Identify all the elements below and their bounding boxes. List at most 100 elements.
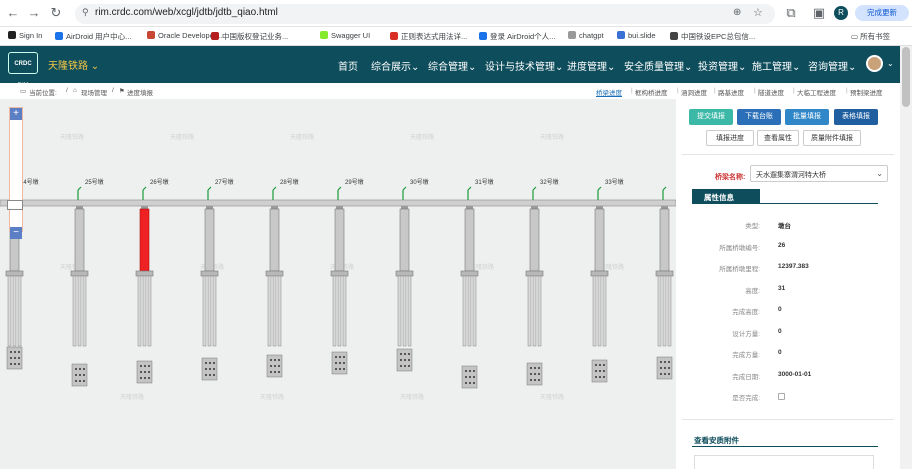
pier-label: 29号墩 xyxy=(345,178,364,186)
back-icon[interactable]: ← xyxy=(4,4,22,22)
pier-column[interactable] xyxy=(74,208,85,272)
batch-fill-button[interactable]: 批量填报 xyxy=(785,109,829,125)
table-fill-button[interactable]: 表格填报 xyxy=(834,109,878,125)
pier-marker-icon xyxy=(207,186,212,200)
chevron-down-icon: ⌄ xyxy=(876,169,883,178)
nav-item[interactable]: 咨询管理⌄ xyxy=(808,58,856,73)
view-attributes-button[interactable]: 查看属性 xyxy=(757,130,799,146)
forward-icon[interactable]: → xyxy=(25,4,43,22)
progress-tab[interactable]: 桥梁进度 xyxy=(596,87,622,97)
pile-dot xyxy=(270,359,272,361)
pier-column[interactable] xyxy=(334,208,345,272)
zoom-slider[interactable] xyxy=(9,107,23,232)
pier-bearing xyxy=(76,206,83,209)
site-info-icon[interactable]: ⚲ xyxy=(82,7,89,18)
bookmark-favicon-icon xyxy=(670,32,678,40)
progress-tab[interactable]: 大临工程进度 xyxy=(797,87,836,97)
pile-dot xyxy=(469,382,471,384)
breadcrumb-item[interactable]: 现场管理 xyxy=(81,87,107,97)
zoom-handle[interactable] xyxy=(7,200,23,210)
pier-label: 33号墩 xyxy=(605,178,624,186)
attribute-label: 完成方量: xyxy=(732,352,760,359)
pile-dot xyxy=(83,374,85,376)
pier-cap xyxy=(525,270,544,277)
pile-dot xyxy=(599,370,601,372)
zoom-in-button[interactable]: + xyxy=(10,108,22,120)
nav-item[interactable]: 综合管理⌄ xyxy=(428,58,476,73)
bookmark-item[interactable]: Sign In xyxy=(8,31,42,40)
pier-column[interactable] xyxy=(139,208,150,272)
bookmark-item[interactable]: chatgpt xyxy=(568,31,604,40)
fill-progress-button[interactable]: 填报进度 xyxy=(706,130,754,146)
pile-dot xyxy=(148,371,150,373)
pile-dot xyxy=(408,359,410,361)
pier-canvas[interactable]: 天隆铁路 天隆铁路 天隆铁路 天隆铁路 天隆铁路 天隆铁路 天隆铁路 天隆铁路 天隆铁路 天隆铁路… xyxy=(0,99,677,469)
pier-column[interactable] xyxy=(204,208,215,272)
pier-pile xyxy=(72,275,77,347)
nav-item[interactable]: 设计与技术管理⌄ xyxy=(485,58,563,73)
bookmark-item[interactable]: 登录 AirDroid个人... xyxy=(479,31,555,42)
pile-dot xyxy=(664,367,666,369)
pile-dot xyxy=(144,371,146,373)
progress-tab[interactable]: 路基进度 xyxy=(718,87,744,97)
pier-column[interactable] xyxy=(399,208,410,272)
quality-attachment-button[interactable]: 质量附件填报 xyxy=(803,130,861,146)
pier-pile xyxy=(212,275,217,347)
bookmark-item[interactable]: AirDroid 用户中心... xyxy=(55,31,131,42)
bookmark-item[interactable]: bui.slide xyxy=(617,31,656,40)
nav-item[interactable]: 综合展示⌄ xyxy=(371,58,419,73)
chevron-down-icon[interactable]: ⌄ xyxy=(887,59,894,68)
pile-dot xyxy=(664,373,666,375)
completed-checkbox[interactable] xyxy=(778,393,785,400)
update-button[interactable]: 完成更新 xyxy=(855,5,909,21)
nav-item[interactable]: 进度管理⌄ xyxy=(567,58,615,73)
nav-item[interactable]: 首页 xyxy=(338,58,358,73)
pier-column[interactable] xyxy=(594,208,605,272)
progress-tab[interactable]: 涵洞进度 xyxy=(681,87,707,97)
bookmark-item[interactable]: Swagger UI xyxy=(320,31,370,40)
breadcrumb-item[interactable]: 进度填报 xyxy=(127,87,153,97)
brand-selector[interactable]: 天隆铁路 ⌄ xyxy=(48,57,99,72)
progress-tab[interactable]: 框构桥进度 xyxy=(635,87,668,97)
pile-dot xyxy=(18,363,20,365)
progress-tab[interactable]: 预制梁进度 xyxy=(850,87,883,97)
pile-dot xyxy=(10,351,12,353)
pile-dot xyxy=(79,380,81,382)
pier-marker-icon xyxy=(142,186,147,200)
watermark-text: 天隆铁路 xyxy=(410,133,434,141)
profile-avatar[interactable]: R xyxy=(834,6,848,20)
bridge-diagram[interactable]: 天隆铁路 天隆铁路 天隆铁路 天隆铁路 天隆铁路天隆铁路 天隆铁路 天隆铁路天隆铁路 天隆铁路… xyxy=(0,99,677,469)
pier-column[interactable] xyxy=(659,208,670,272)
bookmark-item[interactable]: 中国版权登记业务... xyxy=(211,31,288,42)
download-button[interactable]: 下载台账 xyxy=(737,109,781,125)
flag-icon: ⚑ xyxy=(119,88,125,95)
user-avatar[interactable] xyxy=(866,55,883,72)
zoom-out-button[interactable]: − xyxy=(10,227,22,239)
all-bookmarks[interactable]: ▭ 所有书签 xyxy=(851,31,890,42)
bridge-select[interactable]: 天水遛集寨渭河特大桥 ⌄ xyxy=(750,165,888,182)
pile-dot xyxy=(274,371,276,373)
scrollbar-thumb[interactable] xyxy=(902,47,910,107)
nav-item[interactable]: 投资管理⌄ xyxy=(698,58,746,73)
pile-dot xyxy=(335,368,337,370)
nav-item[interactable]: 安全质量管理⌄ xyxy=(624,58,692,73)
pier-column[interactable] xyxy=(269,208,280,272)
reload-icon[interactable]: ↻ xyxy=(47,4,65,22)
extensions-icon[interactable]: ⧉ xyxy=(782,4,800,22)
nav-item[interactable]: 施工管理⌄ xyxy=(752,58,800,73)
address-bar[interactable]: ⚲ rim.crdc.com/web/xcgl/jdtb/jdtb_qiao.h… xyxy=(75,4,775,24)
bookmark-item[interactable]: 中国铁设EPC总包信... xyxy=(670,31,755,42)
bookmark-star-icon[interactable]: ☆ xyxy=(753,6,763,19)
sidepanel-icon[interactable]: ▣ xyxy=(810,4,828,22)
pile-dot xyxy=(18,351,20,353)
zoom-icon[interactable]: ⊕ xyxy=(733,7,741,18)
pier-column[interactable] xyxy=(464,208,475,272)
pier-column[interactable] xyxy=(529,208,540,272)
progress-tab[interactable]: 隧道进度 xyxy=(758,87,784,97)
pile-dot xyxy=(14,357,16,359)
location-icon: ▭ xyxy=(20,88,27,95)
submit-button[interactable]: 提交填报 xyxy=(689,109,733,125)
bookmark-item[interactable]: 正则表达式用法详... xyxy=(390,31,467,42)
logo: CRDC RIM xyxy=(8,52,38,89)
page-scrollbar[interactable] xyxy=(900,46,912,469)
